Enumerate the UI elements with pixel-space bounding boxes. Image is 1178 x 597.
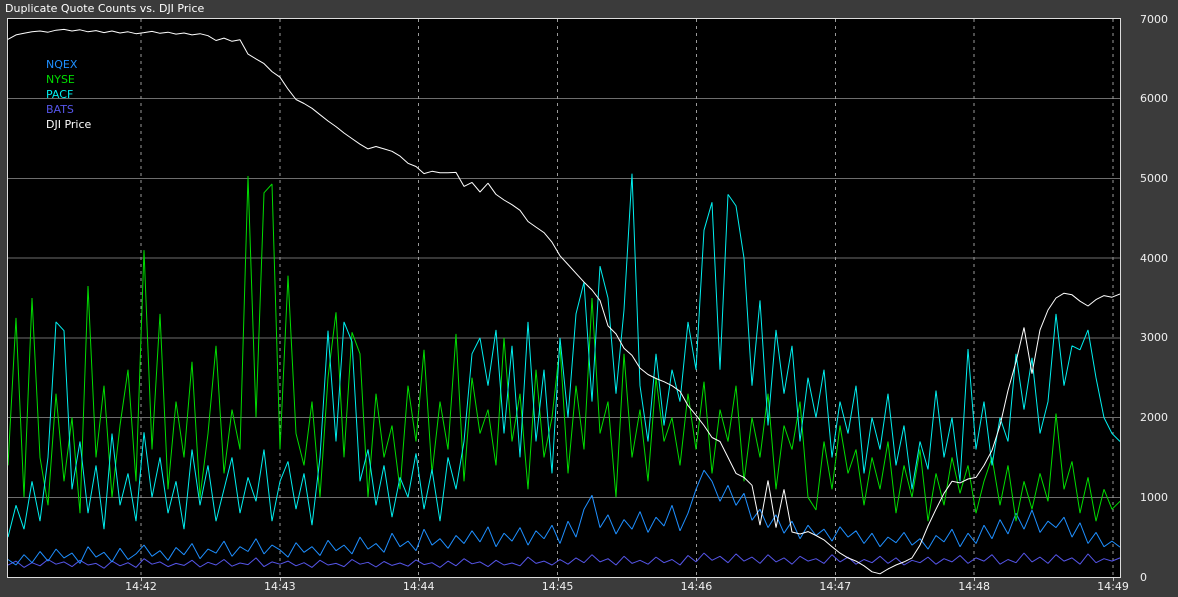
- legend-item-pacf: PACF: [46, 87, 91, 102]
- plot-area: NQEX NYSE PACF BATS DJI Price: [7, 18, 1121, 578]
- series-dji-price-line: [8, 29, 1120, 573]
- chart-title: Duplicate Quote Counts vs. DJI Price: [5, 2, 204, 16]
- y-tick-label: 5000: [1140, 172, 1176, 185]
- x-tick-label: 14:46: [676, 580, 716, 593]
- x-tick-mark: [974, 578, 975, 581]
- x-tick-label: 14:42: [121, 580, 161, 593]
- series-pacf-line: [8, 174, 1120, 537]
- x-tick-mark: [558, 578, 559, 581]
- x-tick-mark: [419, 578, 420, 581]
- legend-item-nyse: NYSE: [46, 72, 91, 87]
- legend-item-bats: BATS: [46, 102, 91, 117]
- y-tick-label: 4000: [1140, 252, 1176, 265]
- x-tick-mark: [696, 578, 697, 581]
- legend-item-nqex: NQEX: [46, 57, 91, 72]
- x-tick-mark: [141, 578, 142, 581]
- legend: NQEX NYSE PACF BATS DJI Price: [46, 57, 91, 132]
- y-tick-label: 3000: [1140, 331, 1176, 344]
- y-tick-label: 0: [1140, 571, 1176, 584]
- legend-item-dji-price: DJI Price: [46, 117, 91, 132]
- x-tick-label: 14:49: [1093, 580, 1133, 593]
- x-tick-mark: [835, 578, 836, 581]
- y-tick-label: 2000: [1140, 411, 1176, 424]
- y-tick-label: 7000: [1140, 13, 1176, 26]
- x-tick-mark: [1113, 578, 1114, 581]
- x-tick-label: 14:43: [260, 580, 300, 593]
- chart-canvas: [8, 19, 1120, 577]
- y-tick-label: 6000: [1140, 92, 1176, 105]
- x-tick-label: 14:47: [815, 580, 855, 593]
- series-bats-line: [8, 553, 1120, 568]
- x-tick-label: 14:44: [399, 580, 439, 593]
- x-tick-label: 14:48: [954, 580, 994, 593]
- x-tick-mark: [280, 578, 281, 581]
- x-tick-label: 14:45: [538, 580, 578, 593]
- series-nyse-line: [8, 176, 1120, 521]
- app-window: Duplicate Quote Counts vs. DJI Price NQE…: [0, 0, 1178, 597]
- y-tick-label: 1000: [1140, 491, 1176, 504]
